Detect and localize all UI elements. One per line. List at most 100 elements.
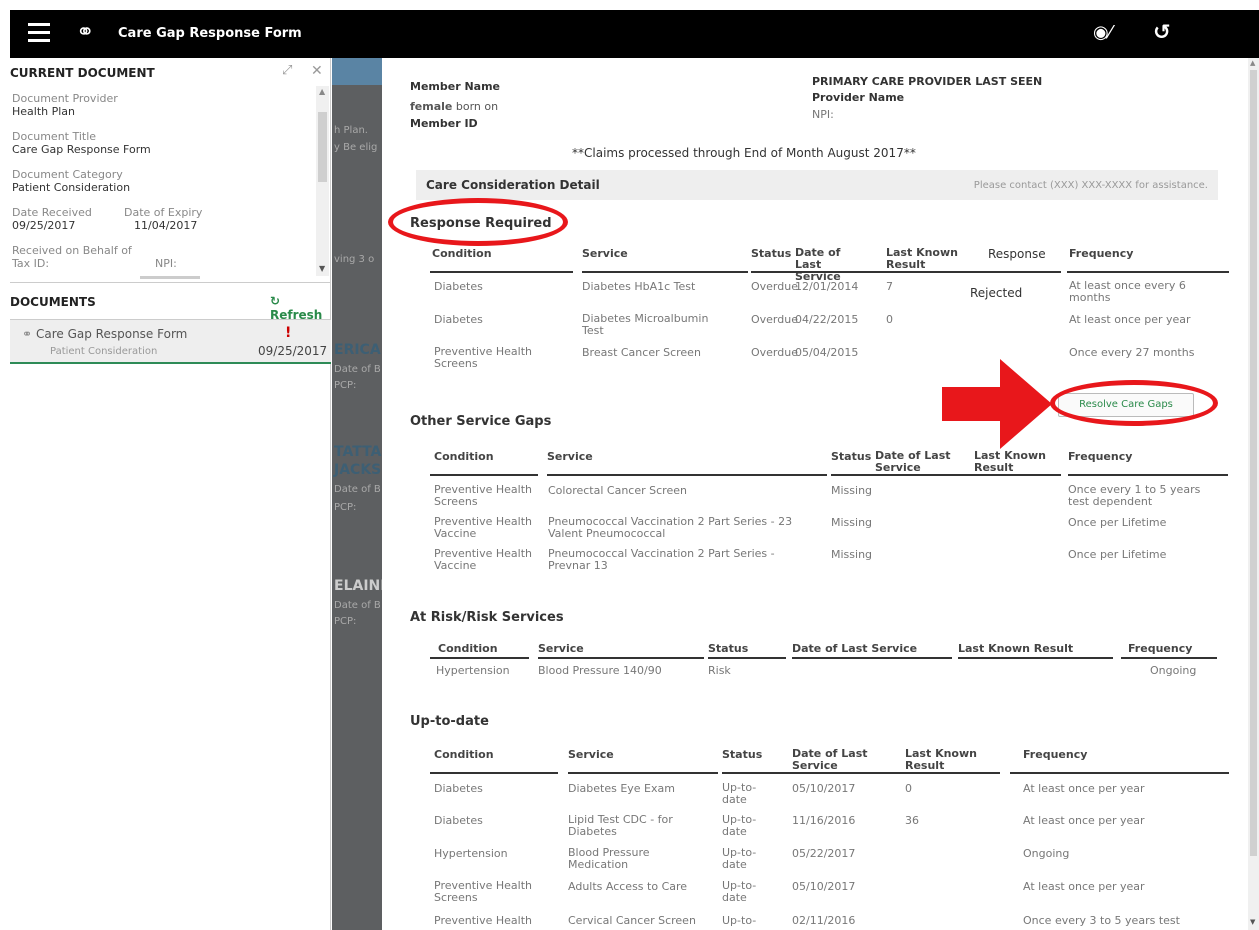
cell-service: Pneumococcal Vaccination 2 Part Series -… <box>548 515 793 540</box>
resize-handle[interactable] <box>140 276 200 279</box>
column-header: Last Known Result <box>905 747 977 772</box>
care-gap-form: Member Name female born on Member ID PRI… <box>382 58 1248 930</box>
column-header: Date of Last Service <box>792 642 918 655</box>
column-header: Last Known Result <box>886 246 958 271</box>
column-header: Date of Last Service <box>792 747 868 772</box>
document-category-value: Patient Consideration <box>12 181 131 194</box>
cell-condition: Hypertension <box>434 847 508 860</box>
cell-condition: Diabetes <box>434 313 483 326</box>
scrollbar-thumb[interactable] <box>1250 70 1257 856</box>
provider-name-label: Provider Name <box>812 91 905 104</box>
cell-service: Lipid Test CDC - for Diabetes <box>568 813 673 838</box>
undo-icon[interactable]: ↺ <box>1153 20 1171 44</box>
cell-date: 04/22/2015 <box>795 313 859 326</box>
refresh-button[interactable]: ↻ Refresh <box>270 294 331 322</box>
scroll-down-icon[interactable]: ▼ <box>1250 918 1255 926</box>
date-received-value: 09/25/2017 <box>12 219 76 232</box>
header-rule <box>708 657 786 659</box>
scrollbar-thumb[interactable] <box>318 112 327 182</box>
member-gender-dob: female born on <box>410 100 498 113</box>
cell-frequency: Ongoing <box>1150 664 1197 677</box>
other-service-gaps-title: Other Service Gaps <box>410 414 552 429</box>
header-rule <box>831 474 1061 476</box>
backdrop-text: PCP: <box>334 380 357 391</box>
cell-status: Overdue <box>751 313 798 326</box>
claims-note: **Claims processed through End of Month … <box>572 146 916 160</box>
document-metadata: Document Provider Health Plan Document T… <box>10 86 315 276</box>
cell-frequency: Once per Lifetime <box>1068 516 1167 529</box>
main-scrollbar[interactable]: ▲ ▼ <box>1248 58 1259 930</box>
cell-condition: Preventive Health Screens <box>434 879 533 904</box>
tax-id-label: Tax ID: <box>12 257 50 270</box>
cell-condition: Diabetes <box>434 782 483 795</box>
header-rule <box>568 772 718 774</box>
top-bar: ⚭ Care Gap Response Form ◉⁄ ↺ <box>10 10 1259 58</box>
header-rule <box>430 657 529 659</box>
backdrop-name: ERICA <box>334 342 381 358</box>
cell-response[interactable]: Rejected <box>970 286 1022 300</box>
member-name-label: Member Name <box>410 80 501 93</box>
annotation-circle <box>1050 380 1218 426</box>
female-label: female <box>410 100 453 113</box>
cell-date: 12/01/2014 <box>795 280 859 293</box>
scroll-up-icon[interactable]: ▲ <box>319 87 325 96</box>
document-title-label: Document Title <box>12 130 97 143</box>
column-header: Date of Last Service <box>795 246 841 283</box>
cell-date: 05/10/2017 <box>792 880 856 893</box>
column-header: Status <box>831 450 872 463</box>
header-rule <box>722 772 1000 774</box>
cell-service: Diabetes Microalbumin Test <box>582 312 709 337</box>
metadata-scrollbar[interactable]: ▲ ▼ <box>316 86 329 276</box>
column-header: Service <box>582 247 628 260</box>
close-icon[interactable]: ✕ <box>311 63 323 79</box>
cell-service: Adults Access to Care <box>568 880 688 893</box>
document-provider-label: Document Provider <box>12 92 118 105</box>
documents-header: DOCUMENTS ↻ Refresh <box>10 282 331 322</box>
born-on-label: born on <box>455 100 499 113</box>
scroll-up-icon[interactable]: ▲ <box>1250 59 1255 67</box>
cell-service: Cervical Cancer Screen <box>568 914 696 927</box>
cell-date: 05/22/2017 <box>792 847 856 860</box>
cell-service: Pneumococcal Vaccination 2 Part Series -… <box>548 547 775 572</box>
npi-label: NPI: <box>155 257 177 270</box>
header-rule <box>751 271 1061 273</box>
cell-status: Up-to- <box>722 914 757 927</box>
document-name: Care Gap Response Form <box>36 327 188 341</box>
cell-frequency: At least once per year <box>1023 782 1145 795</box>
eye-slash-icon[interactable]: ◉⁄ <box>1093 22 1112 43</box>
column-header: Last Known Result <box>958 642 1074 655</box>
background-header <box>332 58 382 85</box>
cell-date: 11/16/2016 <box>792 814 856 827</box>
header-rule <box>792 657 952 659</box>
header-rule <box>582 271 748 273</box>
header-rule <box>430 271 573 273</box>
column-header: Frequency <box>1023 748 1088 761</box>
backdrop-text: Date of B <box>334 600 381 611</box>
document-date: 09/25/2017 <box>258 344 328 358</box>
member-id-label: Member ID <box>410 117 478 130</box>
header-rule <box>1010 772 1229 774</box>
document-list-item[interactable]: ⚭ Care Gap Response Form Patient Conside… <box>10 320 331 364</box>
scroll-down-icon[interactable]: ▼ <box>319 264 325 273</box>
date-received-label: Date Received <box>12 206 92 219</box>
header-rule <box>1068 474 1228 476</box>
backdrop-text: PCP: <box>334 616 357 627</box>
header-rule <box>1121 657 1217 659</box>
expand-icon[interactable]: ⤢ <box>282 63 292 78</box>
column-header: Condition <box>432 247 492 260</box>
cell-frequency: Ongoing <box>1023 847 1070 860</box>
cell-status: Up-to-date <box>722 813 757 838</box>
cell-frequency: Once every 3 to 5 years test <box>1023 914 1180 927</box>
cell-result: 0 <box>886 313 893 326</box>
cell-condition: Diabetes <box>434 280 483 293</box>
column-header: Status <box>751 247 792 260</box>
cell-result: 36 <box>905 814 919 827</box>
cell-condition: Hypertension <box>436 664 510 677</box>
backdrop-text: y Be elig <box>334 142 378 153</box>
column-header: Service <box>538 642 584 655</box>
cell-status: Overdue <box>751 280 798 293</box>
backdrop-text: Date of B <box>334 484 381 495</box>
hamburger-menu-icon[interactable] <box>28 23 50 43</box>
cell-frequency: Once per Lifetime <box>1068 548 1167 561</box>
documents-title: DOCUMENTS <box>10 295 96 309</box>
